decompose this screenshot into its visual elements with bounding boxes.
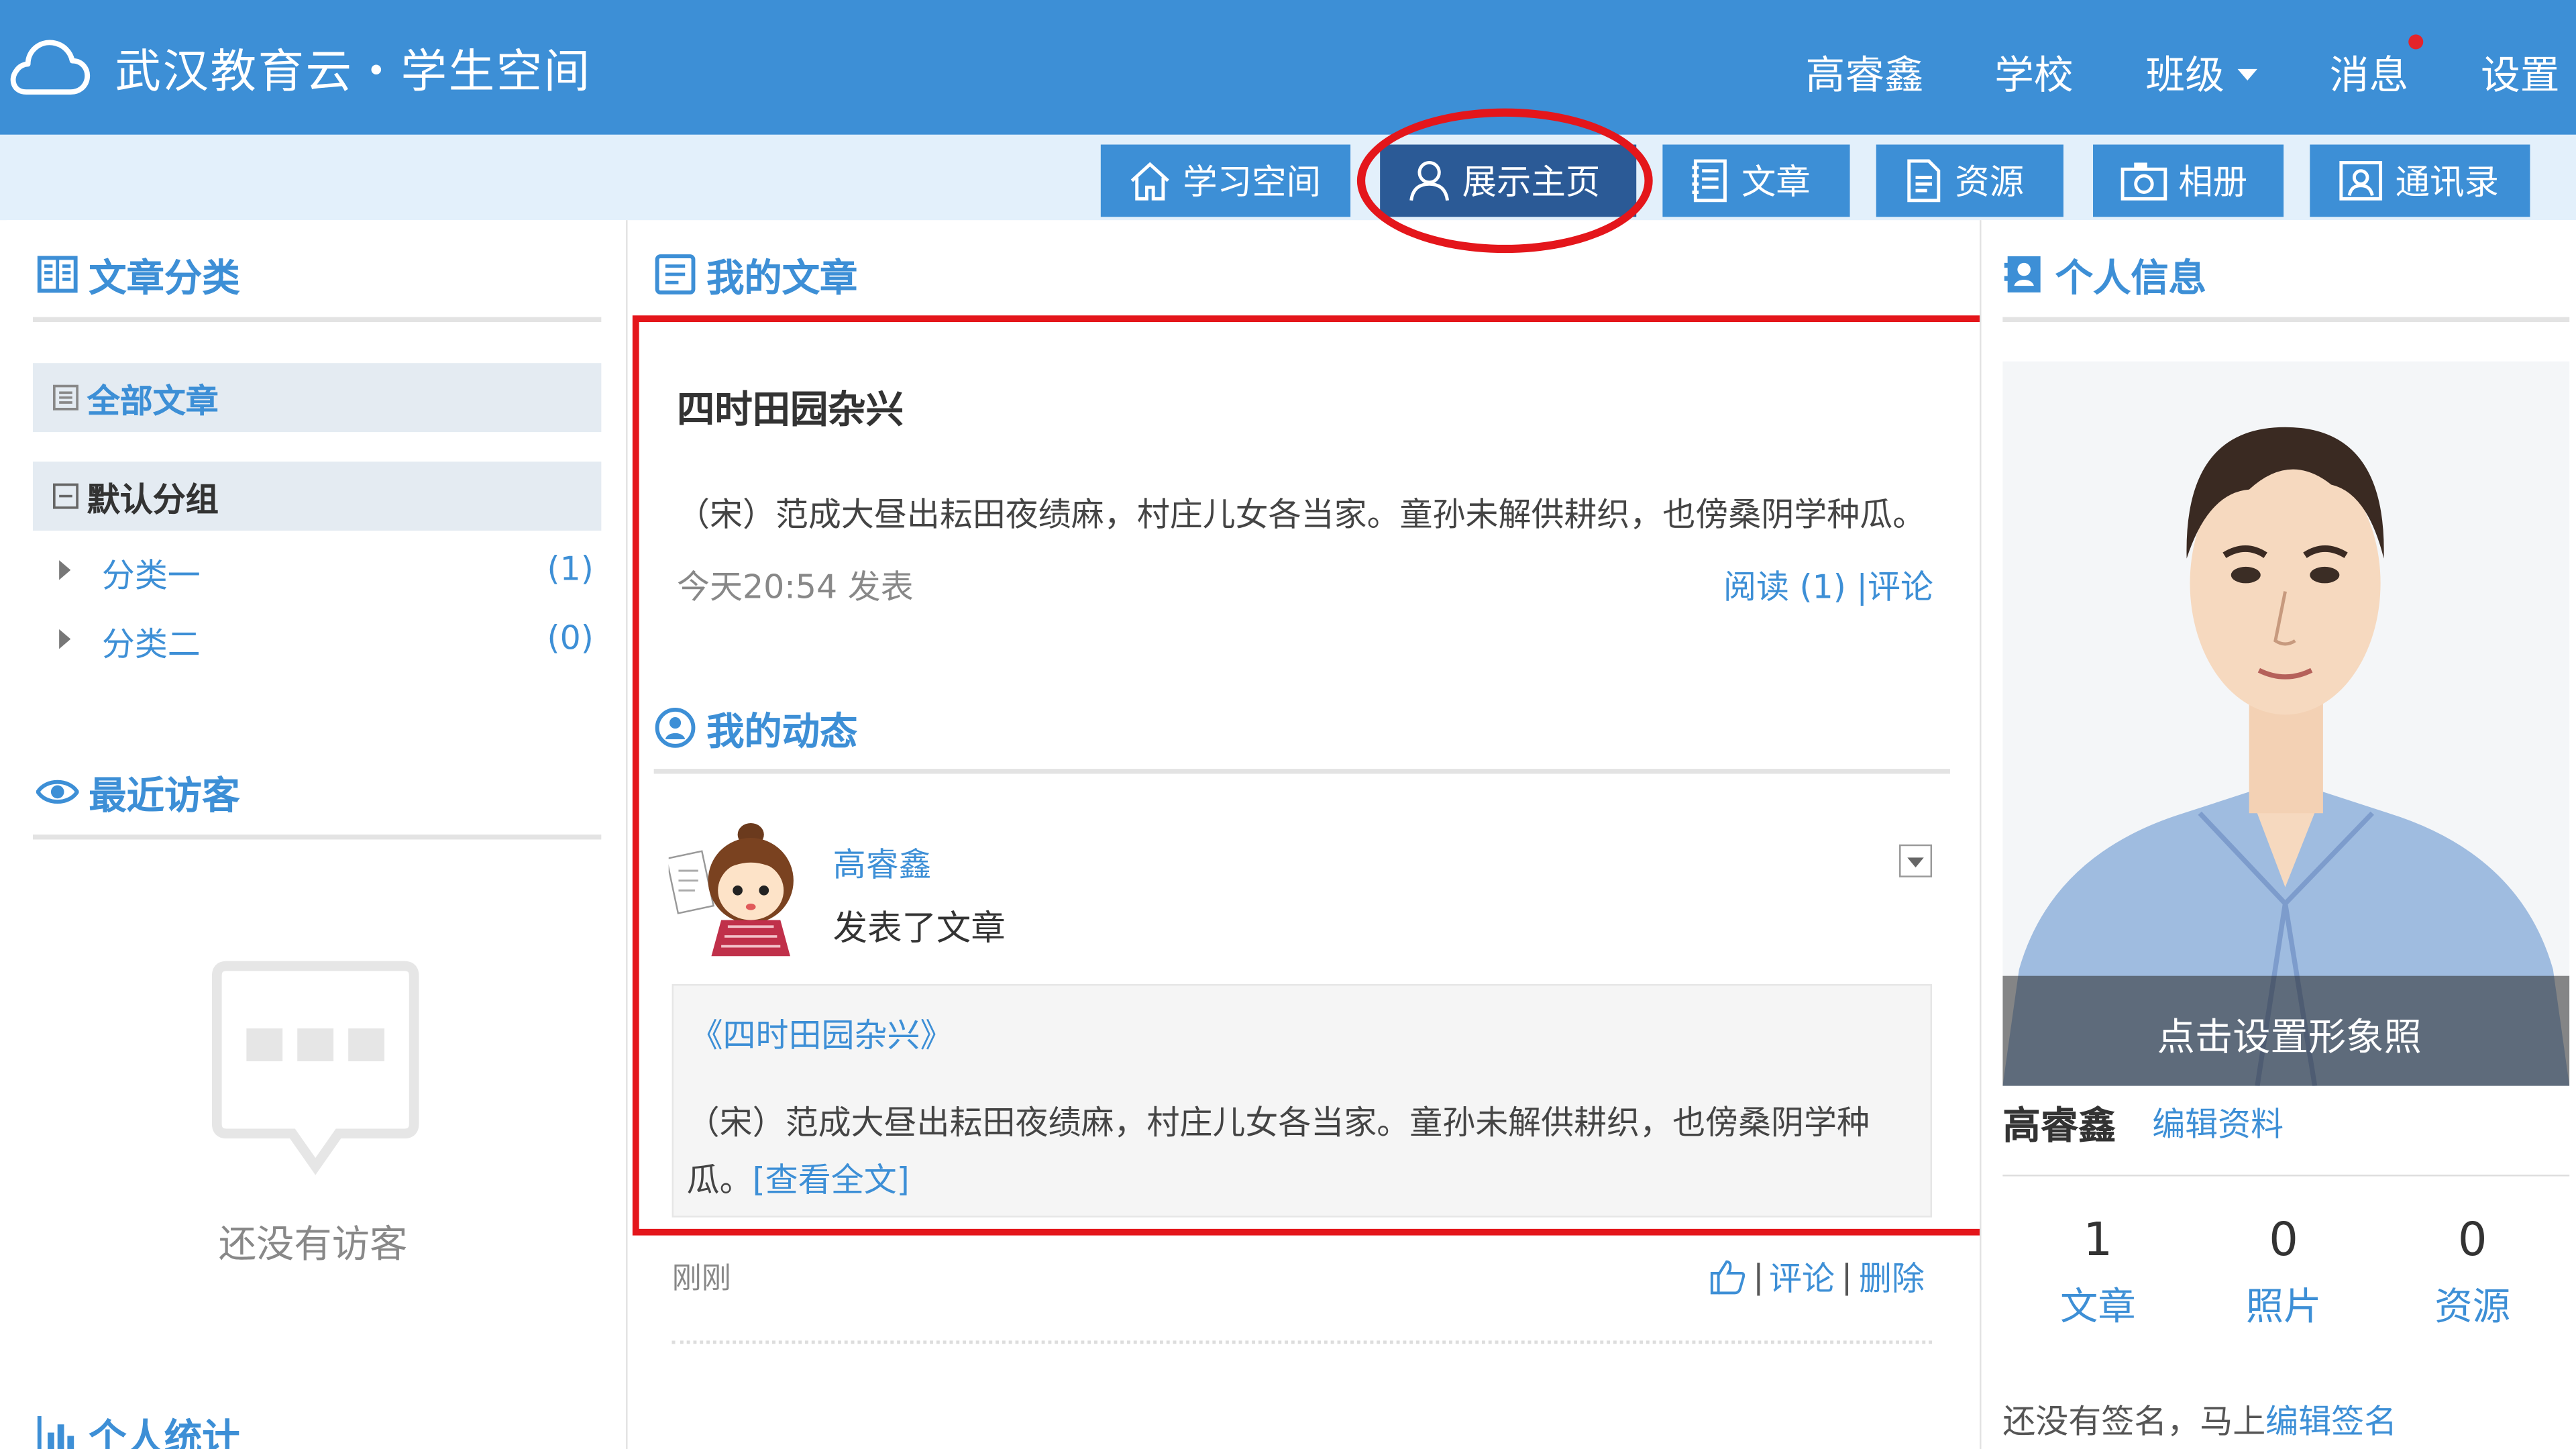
subcategory-2-count: (0) xyxy=(547,617,594,657)
divider xyxy=(2002,317,2570,323)
article-icon xyxy=(655,254,696,294)
book-icon xyxy=(37,256,78,293)
set-photo-label[interactable]: 点击设置形象照 xyxy=(2157,1006,2422,1061)
my-articles-heading: 我的文章 xyxy=(654,246,857,302)
feed-time: 刚刚 xyxy=(672,1261,731,1297)
tab-articles[interactable]: 文章 xyxy=(1662,144,1850,217)
edit-profile-link[interactable]: 编辑资料 xyxy=(2152,1097,2284,1145)
article-icon xyxy=(1692,159,1727,203)
divider xyxy=(32,317,602,323)
expand-arrow-icon[interactable] xyxy=(59,560,71,580)
highlight-box xyxy=(632,315,1990,1236)
site-title[interactable]: 武汉教育云・学生空间 xyxy=(115,36,591,102)
like-icon[interactable] xyxy=(1709,1256,1748,1295)
divider xyxy=(672,1340,1933,1344)
stat-articles-label[interactable]: 文章 xyxy=(2032,1275,2163,1330)
expand-arrow-icon[interactable] xyxy=(59,629,71,649)
notification-dot xyxy=(2408,34,2424,50)
chat-bubble-icon xyxy=(210,959,420,1189)
personal-info-heading: 个人信息 xyxy=(2002,246,2206,302)
feed-comment-link[interactable]: 评论 xyxy=(1769,1252,1835,1299)
nav-settings[interactable]: 设置 xyxy=(2481,43,2560,101)
resource-icon xyxy=(1907,159,1941,203)
tab-label: 通讯录 xyxy=(2395,162,2499,203)
visitors-heading: 最近访客 xyxy=(36,764,240,820)
nav-class[interactable]: 班级 xyxy=(2145,43,2224,101)
id-card-icon xyxy=(2004,256,2041,292)
list-icon xyxy=(52,384,78,411)
nav-messages[interactable]: 消息 xyxy=(2330,43,2409,101)
feed-delete-link[interactable]: 删除 xyxy=(1859,1252,1925,1299)
all-articles-item[interactable]: 全部文章 xyxy=(32,363,602,433)
tab-label: 学习空间 xyxy=(1183,162,1321,203)
tab-resources[interactable]: 资源 xyxy=(1876,144,2063,217)
feed-actions: | 评论 | 删除 xyxy=(1709,1252,1925,1299)
stat-photos-label[interactable]: 照片 xyxy=(2218,1275,2349,1330)
profile-name: 高睿鑫 xyxy=(2002,1106,2116,1148)
divider xyxy=(2002,1175,2570,1177)
divider xyxy=(32,835,602,840)
camera-icon xyxy=(2121,162,2167,201)
stat-resources-label[interactable]: 资源 xyxy=(2407,1275,2538,1330)
default-group-item[interactable]: 默认分组 xyxy=(32,462,602,531)
chart-icon xyxy=(37,1416,74,1449)
separator: | xyxy=(1753,1256,1764,1296)
stat-photos-count: 0 xyxy=(2269,1212,2298,1267)
signature-line: 还没有签名，马上编辑签名 xyxy=(2002,1401,2398,1441)
subcategory-1[interactable]: 分类一 xyxy=(102,549,201,596)
eye-icon xyxy=(36,780,79,804)
cloud-icon[interactable] xyxy=(7,33,92,105)
nav-user[interactable]: 高睿鑫 xyxy=(1805,43,1923,101)
tab-contacts[interactable]: 通讯录 xyxy=(2310,144,2530,217)
edit-signature-link[interactable]: 编辑签名 xyxy=(2265,1401,2397,1441)
stat-articles-count: 1 xyxy=(2083,1212,2113,1267)
nav-school[interactable]: 学校 xyxy=(1994,43,2074,101)
category-heading: 文章分类 xyxy=(36,246,240,302)
tab-label: 资源 xyxy=(1955,162,2025,203)
chevron-down-icon[interactable] xyxy=(2237,68,2257,81)
stats-heading: 个人统计 xyxy=(36,1406,240,1449)
subcategory-1-count: (1) xyxy=(547,548,594,588)
tab-study-space[interactable]: 学习空间 xyxy=(1100,144,1351,217)
tab-albums[interactable]: 相册 xyxy=(2093,144,2284,217)
collapse-icon[interactable] xyxy=(52,483,78,509)
separator: | xyxy=(1841,1256,1853,1296)
subcategory-2[interactable]: 分类二 xyxy=(102,618,201,665)
contacts-icon xyxy=(2339,161,2383,201)
tab-label: 相册 xyxy=(2178,162,2248,203)
no-visitors-text: 还没有访客 xyxy=(218,1224,408,1267)
stat-resources-count: 0 xyxy=(2457,1212,2487,1267)
home-icon xyxy=(1130,162,1169,201)
app-root: 武汉教育云・学生空间 高睿鑫 学校 班级 消息 设置 学习空间 展示主页 文章 … xyxy=(0,0,2576,1449)
tab-label: 文章 xyxy=(1741,162,1811,203)
highlight-ellipse xyxy=(1356,108,1653,254)
avatar-photo[interactable] xyxy=(2002,361,2570,1086)
